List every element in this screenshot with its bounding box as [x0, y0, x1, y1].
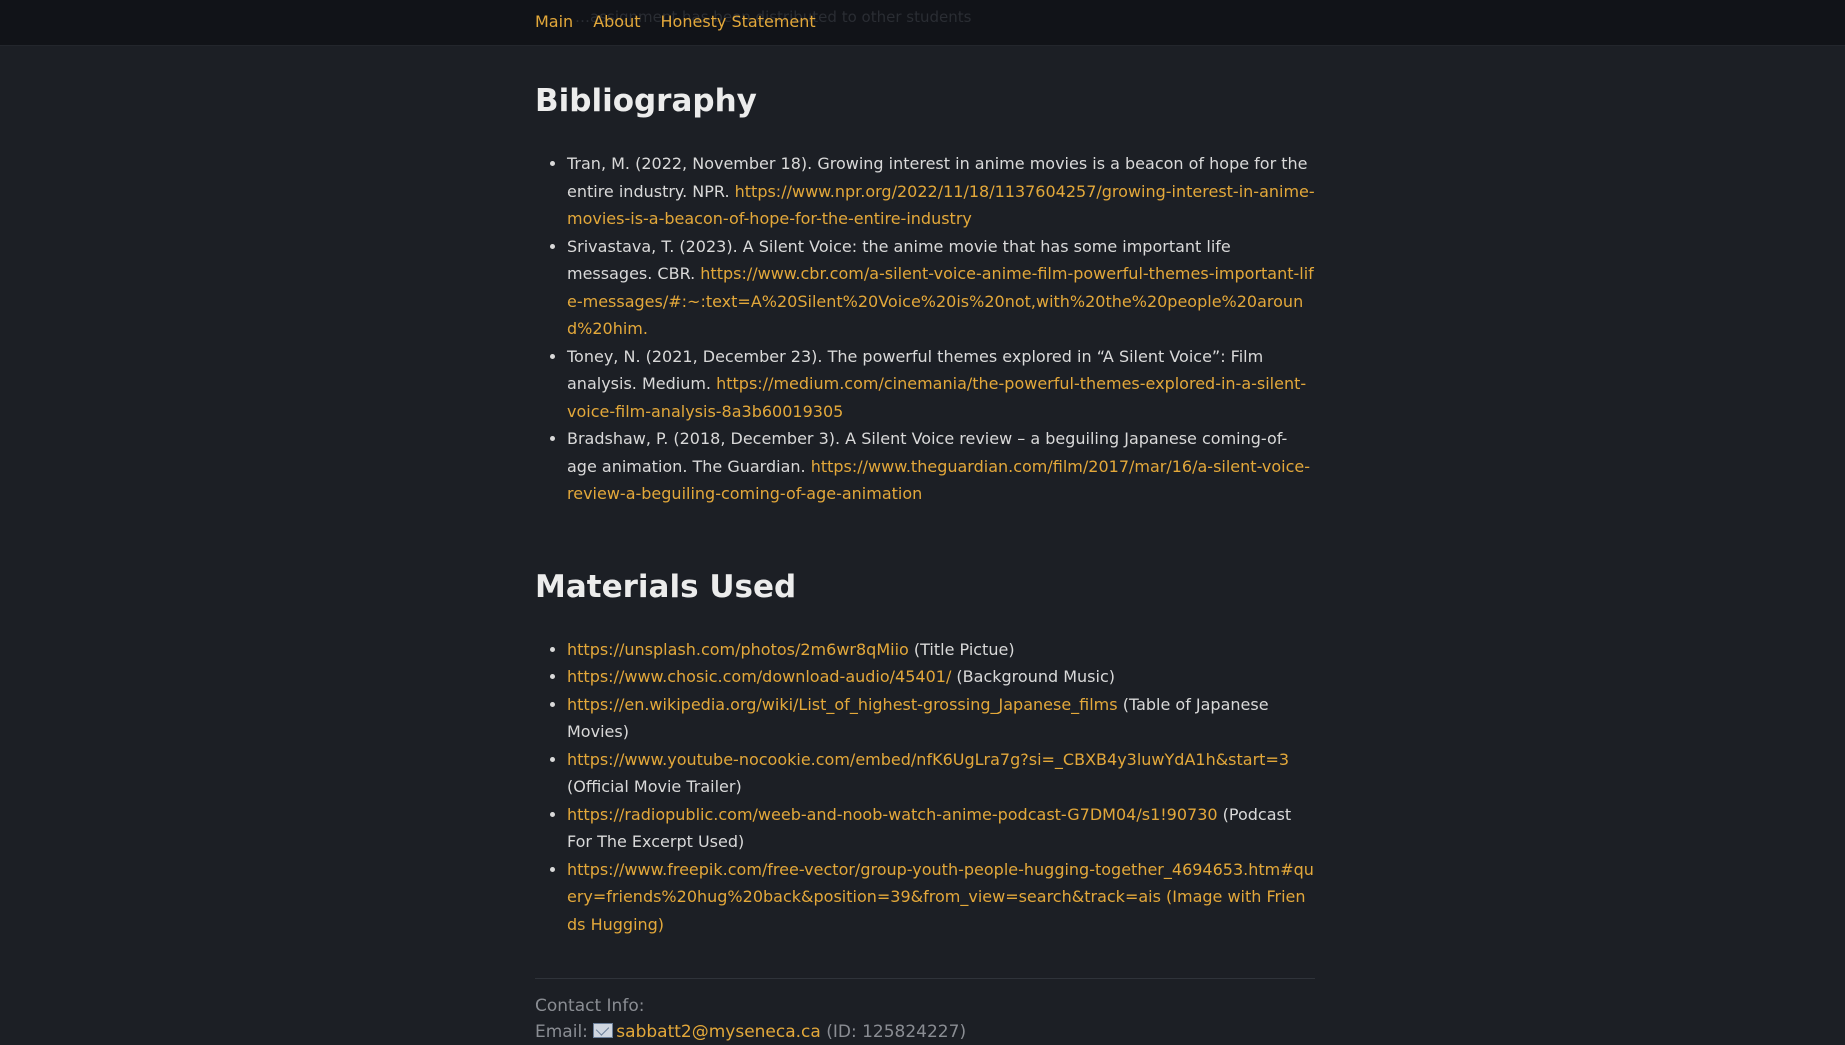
top-navbar: …assignment has been distributed to othe… — [0, 0, 1845, 46]
footer-divider — [535, 978, 1315, 979]
nav-link-honesty-statement[interactable]: Honesty Statement — [661, 12, 816, 31]
contact-footer: Contact Info: Email: sabbatt2@myseneca.c… — [535, 993, 1315, 1045]
material-link[interactable]: https://www.freepik.com/free-vector/grou… — [567, 860, 1314, 934]
bibliography-entry: Tran, M. (2022, November 18). Growing in… — [567, 150, 1315, 233]
materials-heading: Materials Used — [535, 568, 797, 605]
material-entry: https://www.youtube-nocookie.com/embed/n… — [567, 746, 1315, 801]
envelope-icon — [593, 1023, 614, 1038]
bibliography-entry: Toney, N. (2021, December 23). The power… — [567, 343, 1315, 426]
bibliography-heading: Bibliography — [535, 83, 757, 119]
nav-link-about[interactable]: About — [593, 12, 640, 31]
material-link[interactable]: https://radiopublic.com/weeb-and-noob-wa… — [567, 805, 1218, 824]
material-link[interactable]: https://unsplash.com/photos/2m6wr8qMiio — [567, 640, 909, 659]
material-link[interactable]: https://www.youtube-nocookie.com/embed/n… — [567, 750, 1289, 769]
contact-label: Contact Info: — [535, 996, 645, 1016]
bibliography-entry: Srivastava, T. (2023). A Silent Voice: t… — [567, 233, 1315, 343]
materials-section: Materials Used https://unsplash.com/phot… — [535, 564, 1315, 939]
contact-email-row: Email: sabbatt2@myseneca.ca (ID: 1258242… — [535, 1022, 967, 1042]
material-entry: https://unsplash.com/photos/2m6wr8qMiio … — [567, 636, 1315, 664]
bibliography-section: Bibliography Tran, M. (2022, November 18… — [535, 78, 1315, 508]
material-entry: https://www.freepik.com/free-vector/grou… — [567, 856, 1315, 939]
main-nav: Main About Honesty Statement — [535, 12, 816, 31]
material-entry: https://www.chosic.com/download-audio/45… — [567, 663, 1315, 691]
student-id: (ID: 125824227) — [820, 1022, 967, 1042]
email-link[interactable]: sabbatt2@myseneca.ca — [616, 1022, 821, 1042]
bibliography-list: Tran, M. (2022, November 18). Growing in… — [535, 150, 1315, 508]
material-link[interactable]: https://www.chosic.com/download-audio/45… — [567, 667, 951, 686]
material-link[interactable]: https://en.wikipedia.org/wiki/List_of_hi… — [567, 695, 1118, 714]
material-entry: https://en.wikipedia.org/wiki/List_of_hi… — [567, 691, 1315, 746]
materials-list: https://unsplash.com/photos/2m6wr8qMiio … — [535, 636, 1315, 939]
bibliography-entry: Bradshaw, P. (2018, December 3). A Silen… — [567, 425, 1315, 508]
nav-link-main[interactable]: Main — [535, 12, 573, 31]
material-entry: https://radiopublic.com/weeb-and-noob-wa… — [567, 801, 1315, 856]
main-content: Bibliography Tran, M. (2022, November 18… — [535, 78, 1315, 1045]
